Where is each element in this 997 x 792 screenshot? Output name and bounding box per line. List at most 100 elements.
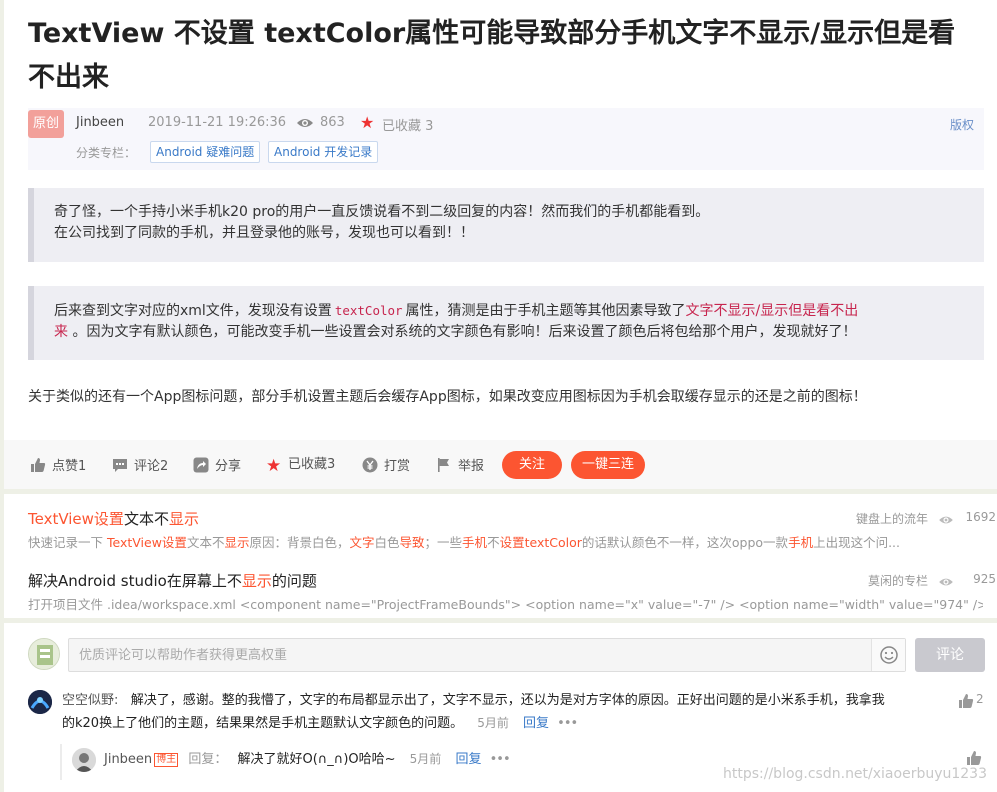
- watermark: https://blog.csdn.net/xiaoerbuyu1233: [723, 766, 987, 782]
- rec-views: 925: [973, 572, 996, 586]
- text-segment: 文本不: [123, 510, 169, 528]
- comment-user[interactable]: 空空似野:: [62, 693, 118, 708]
- favorite-count[interactable]: 已收藏 3: [382, 115, 433, 134]
- text-segment: 打开项目文件 .idea/workspace.xml <component na…: [28, 597, 983, 612]
- blockquote: 后来查到文字对应的xml文件，发现没有设置 textColor 属性，猜测是由于手机…: [28, 286, 984, 360]
- comment-input[interactable]: [69, 639, 873, 671]
- reply-link[interactable]: 回复: [523, 716, 549, 731]
- comment-icon: [113, 459, 127, 472]
- current-user-avatar[interactable]: [28, 638, 60, 670]
- thumbs-up-icon[interactable]: [966, 750, 982, 766]
- quote-text: 。因为文字有默认颜色，可能改变手机一些设置会对系统的文字颜色有影响！后来设置了颜…: [72, 324, 857, 340]
- view-count: 863: [320, 115, 345, 130]
- keyword-highlight: 导致: [399, 535, 425, 550]
- star-icon: ★: [266, 456, 282, 476]
- text-segment: 的话默认颜色不一样，这次oppo一款: [581, 535, 789, 550]
- comment-input-box: [68, 638, 906, 672]
- report-button[interactable]: 举报: [436, 457, 485, 474]
- comment-time: 5月前: [409, 752, 442, 766]
- eye-icon: [938, 573, 954, 592]
- text-segment: 原因：背景白色，: [249, 535, 350, 550]
- keyword-highlight: 设置textColor: [499, 535, 582, 550]
- comment: 空空似野: 解决了，感谢。整的我懵了，文字的布局都显示出了，文字不显示，还以为是…: [62, 690, 952, 735]
- avatar[interactable]: [72, 748, 96, 772]
- share-icon: [193, 457, 209, 473]
- category-label: 分类专栏：: [76, 146, 137, 160]
- more-options[interactable]: •••: [490, 752, 511, 767]
- comment-button[interactable]: 评论2: [112, 457, 169, 474]
- comment-label: 评论2: [134, 459, 169, 474]
- quote-line: 奇了怪，一个手持小米手机k20 pro的用户一直反馈说看不到二级回复的内容！然而…: [54, 204, 710, 220]
- publish-date: 2019-11-21 19:26:36: [148, 115, 287, 130]
- share-button[interactable]: 分享: [193, 457, 242, 474]
- collect-label: 已收藏3: [288, 457, 336, 472]
- avatar[interactable]: [28, 690, 52, 714]
- emoji-button[interactable]: [871, 639, 905, 671]
- quote-text: 后来查到文字对应的xml文件，发现没有设置: [54, 303, 332, 319]
- collect-button[interactable]: ★ 已收藏3: [266, 456, 336, 476]
- text-segment: ；一些: [424, 535, 463, 550]
- thumbs-up-icon: [31, 458, 46, 472]
- like-count: 2: [976, 692, 984, 706]
- article-card: TextView 不设置 textColor属性可能导致部分手机文字不显示/显示…: [4, 0, 997, 489]
- text-segment: 快速记录一下: [28, 535, 107, 550]
- copyright-link[interactable]: 版权: [950, 116, 974, 133]
- reward-button[interactable]: 打赏: [362, 457, 411, 474]
- rec-author[interactable]: 键盘上的流年: [856, 510, 928, 527]
- reply-link[interactable]: 回复: [455, 752, 481, 767]
- keyword-highlight: 显示: [224, 535, 250, 550]
- article-toolbar: 点赞1 评论2 分享 ★ 已收藏3 打赏 举报 关注 一键三连: [4, 440, 997, 489]
- comment-user[interactable]: Jinbeen: [104, 752, 152, 767]
- quote-text: 属性，猜测是由于手机主题等其他因素导致了: [405, 303, 686, 319]
- comment-text: 解决了，感谢。整的我懵了，文字的布局都显示出了，文字不显示，还以为是对方字体的原…: [130, 693, 885, 708]
- reward-label: 打赏: [384, 459, 411, 474]
- rec-title[interactable]: 解决Android studio在屏幕上不显示的问题: [28, 570, 317, 591]
- highlight-text: 文字不显示/显示但是看不出: [685, 303, 859, 319]
- like-button[interactable]: 点赞1: [30, 457, 87, 474]
- inline-code: textColor: [334, 303, 403, 318]
- host-badge: 博主: [154, 753, 179, 767]
- highlight-text: 来: [54, 324, 68, 340]
- keyword-highlight: 显示: [168, 510, 199, 528]
- eye-icon: [938, 511, 954, 530]
- article-meta: 原创 Jinbeen 2019-11-21 19:26:36 863 ★ 已收藏…: [28, 108, 984, 170]
- rec-description[interactable]: 快速记录一下 TextView设置文本不显示原因：背景白色，文字白色导致；一些手…: [28, 532, 983, 551]
- keyword-highlight: TextView设置: [28, 510, 124, 528]
- keyword-highlight: 手机: [462, 535, 488, 550]
- more-options[interactable]: •••: [557, 716, 578, 731]
- triple-action-button[interactable]: 一键三连: [571, 451, 645, 479]
- share-label: 分享: [215, 459, 242, 474]
- smile-icon: [880, 646, 898, 664]
- comment-text: 解决了就好O(∩_∩)O哈哈~: [237, 752, 396, 767]
- text-segment: 不: [487, 535, 500, 550]
- thumbs-up-icon[interactable]: [958, 693, 974, 709]
- original-badge: 原创: [28, 110, 64, 138]
- flag-icon: [438, 458, 449, 472]
- text-segment: 上出现这个问...: [813, 535, 900, 550]
- report-label: 举报: [458, 459, 485, 474]
- like-label: 点赞1: [52, 459, 87, 474]
- follow-button[interactable]: 关注: [502, 451, 562, 479]
- author-name[interactable]: Jinbeen: [76, 115, 124, 130]
- comment-time: 5月前: [477, 716, 509, 730]
- rec-author[interactable]: 莫闲的专栏: [868, 572, 928, 589]
- rec-views: 1692: [965, 510, 996, 524]
- star-icon[interactable]: ★: [360, 113, 374, 132]
- comment-submit-button[interactable]: 评论: [915, 638, 985, 672]
- text-segment: 的问题: [271, 572, 317, 590]
- yuan-coin-icon: [362, 457, 378, 473]
- comment-text: 的k20换上了他们的主题，结果果然是手机主题默认文字颜色的问题。: [62, 716, 464, 731]
- reply-comment: Jinbeen 博主 回复： 解决了就好O(∩_∩)O哈哈~ 5月前 回复 •••: [104, 748, 804, 771]
- article-paragraph: 关于类似的还有一个App图标问题，部分手机设置主题后会缓存App图标，如果改变应…: [28, 389, 867, 405]
- text-segment: 白色: [374, 535, 400, 550]
- keyword-highlight: 文字: [349, 535, 375, 550]
- category-tag[interactable]: Android 疑难问题: [150, 141, 261, 163]
- rec-title[interactable]: TextView设置文本不显示: [28, 508, 199, 529]
- category-tag[interactable]: Android 开发记录: [268, 141, 379, 163]
- text-segment: 解决Android studio在屏幕上不: [28, 572, 242, 590]
- reply-label: 回复：: [188, 752, 228, 767]
- keyword-highlight: TextView设置: [106, 535, 187, 550]
- reply-thread-line: [60, 744, 62, 780]
- rec-description[interactable]: 打开项目文件 .idea/workspace.xml <component na…: [28, 594, 983, 613]
- keyword-highlight: 显示: [241, 572, 272, 590]
